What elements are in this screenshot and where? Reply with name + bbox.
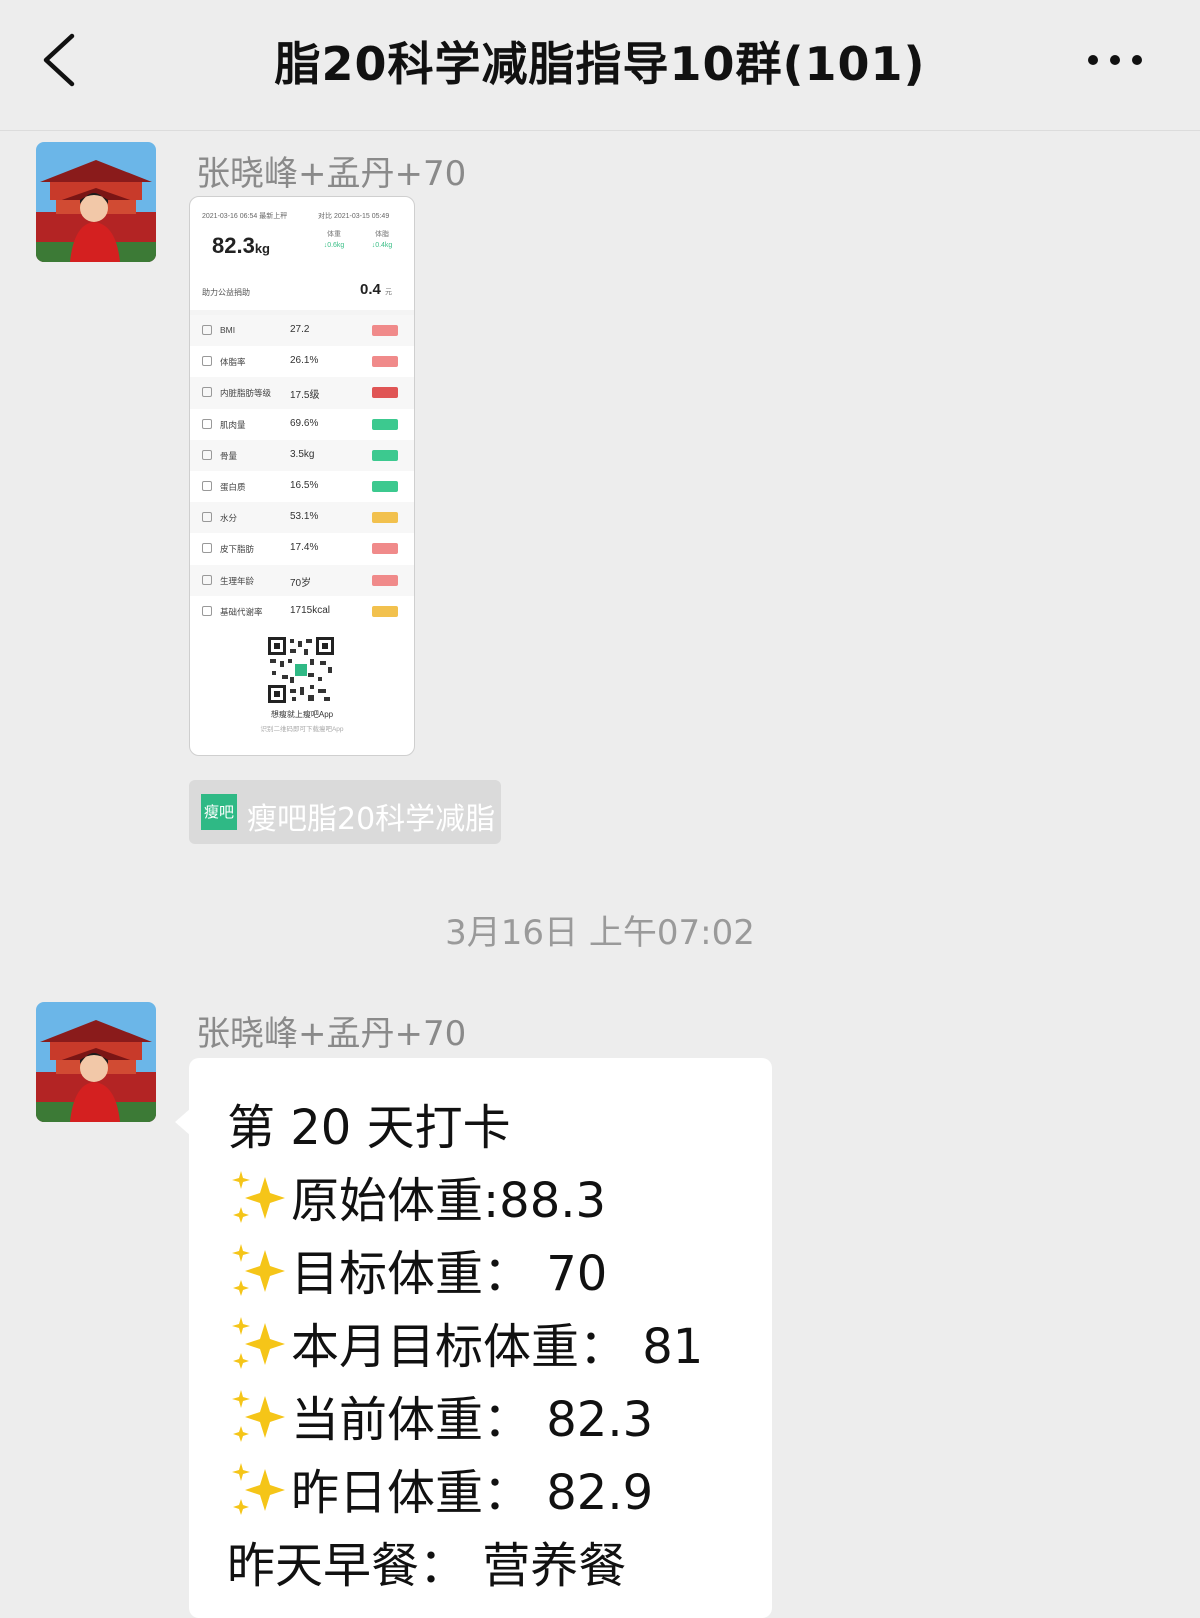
message-line: 目标体重： 70 bbox=[227, 1234, 607, 1304]
status-badge bbox=[372, 512, 398, 524]
metric-icon bbox=[202, 449, 212, 460]
message-line: 当前体重： 82.3 bbox=[227, 1380, 653, 1450]
sparkles-icon bbox=[232, 1317, 285, 1369]
sparkles-icon bbox=[232, 1463, 285, 1515]
chat-title: 脂20科学减脂指导10群(101) bbox=[274, 37, 926, 91]
metric-value: 17.5级 bbox=[290, 390, 320, 402]
message-line: 第 20 天打卡 bbox=[227, 1100, 511, 1156]
weight-value: 82.3kg bbox=[212, 233, 270, 258]
metric-value: 16.5% bbox=[290, 479, 319, 491]
metric-icon bbox=[202, 356, 212, 367]
timestamp: 3月16日 上午07:02 bbox=[445, 913, 755, 953]
mini-app-label: 瘦吧脂20科学减脂 bbox=[247, 802, 496, 837]
metric-name: 生理年龄 bbox=[220, 575, 255, 586]
metric-icon bbox=[202, 574, 212, 585]
metric-name: 体脂率 bbox=[220, 357, 246, 368]
metric-name: 皮下脂肪 bbox=[220, 544, 255, 555]
message-line: 原始体重:88.3 bbox=[227, 1161, 606, 1231]
qr-subcaption: 识别二维码即可下载瘦吧App bbox=[260, 726, 344, 733]
fat-change: 体脂 ↓0.4kg bbox=[371, 231, 393, 249]
metric-name: 肌肉量 bbox=[220, 419, 246, 430]
status-badge bbox=[372, 356, 398, 368]
metric-name: 骨量 bbox=[220, 450, 238, 461]
metric-icon bbox=[202, 512, 212, 523]
donation-label: 助力公益捐助 bbox=[202, 288, 250, 297]
more-dots-icon bbox=[1088, 55, 1142, 65]
sparkles-icon bbox=[232, 1244, 285, 1296]
metric-name: 蛋白质 bbox=[220, 481, 246, 492]
weight-change: 体重 ↓0.6kg bbox=[323, 231, 345, 249]
avatar[interactable] bbox=[36, 142, 156, 262]
message-line: 昨天早餐： 营养餐 bbox=[227, 1538, 627, 1594]
mini-app-logo: 瘦吧 bbox=[201, 794, 237, 830]
status-badge bbox=[372, 325, 398, 336]
metric-value: 53.1% bbox=[290, 511, 319, 523]
metric-row: 肌肉量 69.6% bbox=[190, 409, 414, 440]
metric-row: 内脏脂肪等级 17.5级 bbox=[190, 377, 414, 409]
metric-icon bbox=[202, 387, 212, 398]
status-badge bbox=[372, 605, 398, 617]
avatar-photo bbox=[36, 142, 156, 262]
metric-value: 3.5kg bbox=[290, 448, 315, 460]
metric-name: 基础代谢率 bbox=[220, 606, 263, 617]
metric-icon bbox=[202, 480, 212, 491]
metric-row: BMI 27.2 bbox=[190, 315, 414, 347]
status-badge bbox=[372, 418, 398, 430]
chat-header: 脂20科学减脂指导10群(101) bbox=[0, 0, 1200, 131]
metric-value: 1715kcal bbox=[290, 604, 331, 616]
qr-code-icon bbox=[268, 637, 334, 703]
metric-value: 26.1% bbox=[290, 355, 319, 367]
weigh-header: 2021-03-16 06:54 最新上秤 对比 2021-03-15 05:4… bbox=[190, 197, 414, 271]
image-message[interactable]: 2021-03-16 06:54 最新上秤 对比 2021-03-15 05:4… bbox=[189, 196, 415, 756]
weigh-time: 2021-03-16 06:54 最新上秤 bbox=[202, 213, 288, 220]
mini-app-card[interactable]: 瘦吧 瘦吧脂20科学减脂 bbox=[189, 780, 501, 844]
metric-row: 骨量 3.5kg bbox=[190, 439, 414, 471]
sender-name: 张晓峰+孟丹+70 bbox=[196, 154, 467, 194]
metric-value: 17.4% bbox=[290, 542, 319, 554]
sender-name: 张晓峰+孟丹+70 bbox=[196, 1014, 467, 1054]
metric-row: 皮下脂肪 17.4% bbox=[190, 533, 414, 564]
more-button[interactable] bbox=[1085, 40, 1145, 80]
metric-row: 生理年龄 70岁 bbox=[190, 564, 414, 596]
qr-caption: 想瘦就上瘦吧App bbox=[270, 710, 334, 719]
metric-name: 水分 bbox=[220, 513, 238, 524]
status-badge bbox=[372, 449, 398, 461]
status-badge bbox=[372, 574, 398, 586]
metric-name: 内脏脂肪等级 bbox=[220, 388, 272, 399]
metric-icon bbox=[202, 543, 212, 554]
metric-value: 27.2 bbox=[290, 324, 310, 335]
metric-row: 体脂率 26.1% bbox=[190, 346, 414, 377]
status-badge bbox=[372, 543, 398, 555]
sparkles-icon bbox=[232, 1171, 285, 1223]
compare-time: 对比 2021-03-15 05:49 bbox=[318, 213, 390, 220]
metric-list: BMI 27.2 体脂率 26.1% 内脏脂肪等级 17.5级肌肉量 69.6% 骨量 3.5k… bbox=[190, 315, 414, 627]
metric-row: 水分 53.1% bbox=[190, 502, 414, 534]
metric-icon bbox=[202, 605, 212, 616]
metric-row: 基础代谢率 1715kcal bbox=[190, 596, 414, 627]
text-message-bubble[interactable]: 第 20 天打卡 原始体重:88.3 目标体重： 70 本月目标体重： 81 当… bbox=[189, 1058, 772, 1618]
status-badge bbox=[372, 387, 398, 399]
message-line: 本月目标体重： 81 bbox=[227, 1307, 703, 1377]
avatar[interactable] bbox=[36, 1002, 156, 1122]
avatar-photo bbox=[36, 1002, 156, 1122]
metric-icon bbox=[202, 325, 212, 335]
message-line: 昨日体重： 82.9 bbox=[227, 1453, 653, 1523]
donation-value: 0.4 元 bbox=[360, 281, 393, 298]
metric-value: 70岁 bbox=[290, 577, 312, 589]
sparkles-icon bbox=[232, 1390, 285, 1442]
metric-name: BMI bbox=[220, 325, 236, 335]
metric-value: 69.6% bbox=[290, 417, 319, 429]
status-badge bbox=[372, 480, 398, 492]
metric-row: 蛋白质 16.5% bbox=[190, 471, 414, 502]
metric-icon bbox=[202, 418, 212, 429]
